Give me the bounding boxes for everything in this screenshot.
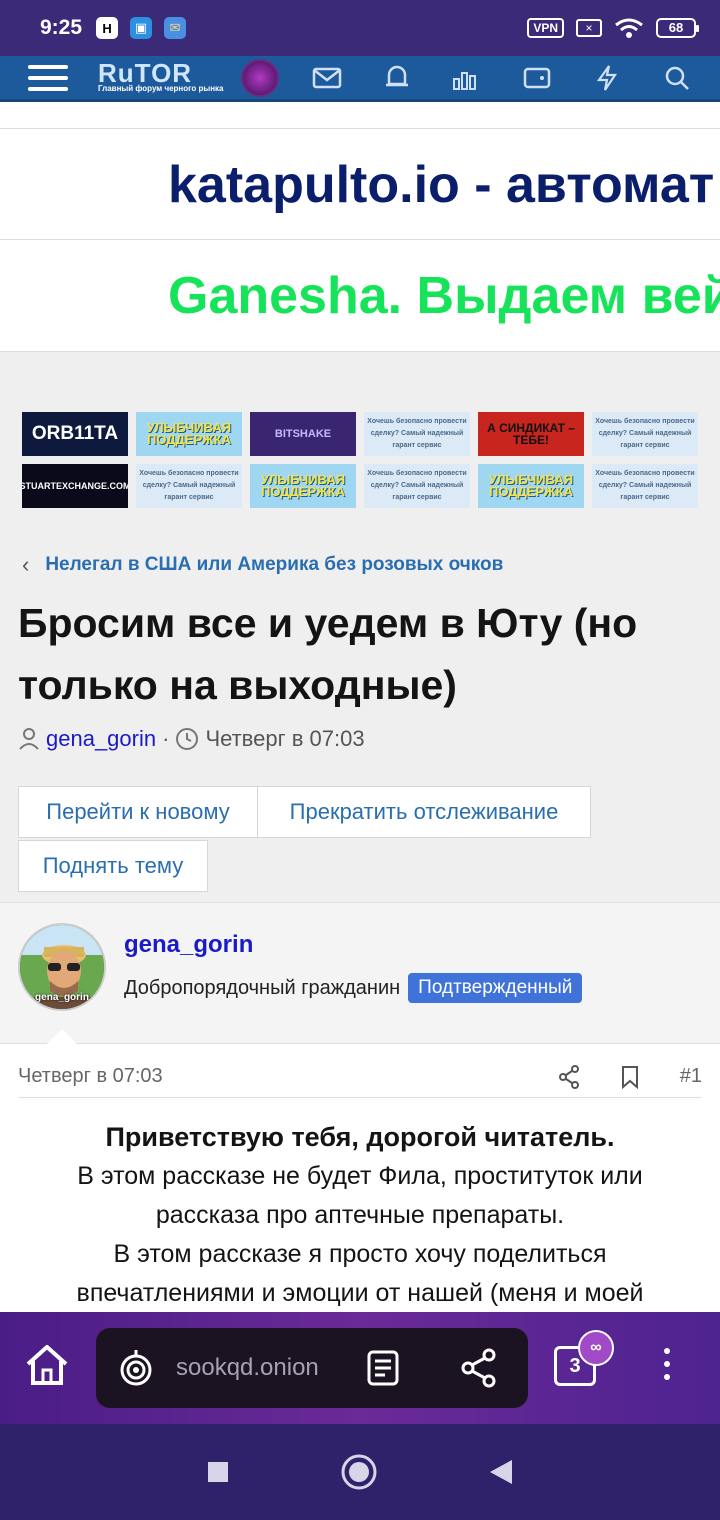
logo-main: RuTOR (98, 58, 193, 88)
user-title: Добропорядочный гражданин (124, 976, 401, 999)
thread-date[interactable]: Четверг в 07:03 (205, 726, 364, 752)
meta-separator: · (162, 726, 170, 751)
logo-sub: Главный форум черного рынка (98, 84, 224, 93)
bump-thread-button[interactable]: Поднять тему (18, 840, 208, 892)
onion-icon[interactable] (118, 1348, 154, 1388)
ad-tile[interactable]: Хочешь безопасно провести сделку? Самый … (364, 464, 470, 508)
chart-icon[interactable] (452, 63, 482, 93)
private-mode-icon: ∞ (578, 1330, 614, 1366)
url-text[interactable]: sookqd.onion (176, 1354, 319, 1382)
wifi-icon (615, 18, 643, 38)
ad-tile[interactable]: УЛЫБЧИВАЯ ПОДДЕРЖКА (136, 412, 242, 456)
post-user-block: gena_gorin gena_gorin Добропорядочный гр… (0, 902, 720, 1047)
post-meta: Четверг в 07:03 #1 (18, 1056, 702, 1098)
breadcrumb-link[interactable]: Нелегал в США или Америка без розовых оч… (45, 554, 503, 576)
site-logo[interactable]: RuTOR Главный форум черного рынка (98, 58, 224, 93)
ad-tile[interactable]: STUARTEXCHANGE.COM (22, 464, 128, 508)
bookmark-icon[interactable] (620, 1065, 640, 1089)
post-username[interactable]: gena_gorin (124, 931, 253, 959)
ad-tile[interactable]: А СИНДИКАТ – ТЕБЕ! (478, 412, 584, 456)
search-icon[interactable] (662, 63, 692, 93)
thread-author-link[interactable]: gena_gorin (46, 726, 156, 752)
avatar-label: gena_gorin (35, 992, 89, 1003)
app-mail-icon: ✉ (164, 17, 187, 39)
app-blue-icon: ▣ (130, 17, 153, 39)
bell-icon[interactable] (382, 63, 412, 93)
ad-tile[interactable]: ORB11TA (22, 412, 128, 456)
ad-banner-katapulto[interactable]: katapulto.io - автомат (0, 128, 720, 240)
thread-header-area: ORB11TA УЛЫБЧИВАЯ ПОДДЕРЖКА BITSHAKE Хоч… (0, 352, 720, 902)
mail-icon[interactable] (312, 63, 342, 93)
status-bar: 9:25 H ▣ ✉ VPN × 68 (0, 0, 720, 56)
post-date[interactable]: Четверг в 07:03 (18, 1065, 163, 1088)
post-line: впечатлениями и эмоции от нашей (меня и … (76, 1279, 644, 1307)
avatar[interactable]: gena_gorin (18, 923, 106, 1011)
browser-toolbar: sookqd.onion 3 ∞ (0, 1312, 720, 1424)
hamburger-menu-icon[interactable] (28, 64, 68, 91)
chevron-left-icon: ‹ (22, 552, 30, 577)
post-number[interactable]: #1 (680, 1065, 702, 1088)
ad-tile[interactable]: Хочешь безопасно провести сделку? Самый … (592, 464, 698, 508)
home-circle-icon[interactable] (340, 1453, 378, 1491)
verified-badge: Подтвержденный (408, 973, 583, 1003)
ad-tile[interactable]: Хочешь безопасно провести сделку? Самый … (364, 412, 470, 456)
app-h-icon: H (96, 17, 119, 39)
system-nav-bar (0, 1424, 720, 1520)
back-icon[interactable] (488, 1458, 514, 1486)
recents-icon[interactable] (206, 1460, 230, 1484)
go-to-new-button[interactable]: Перейти к новому (18, 786, 258, 838)
post-greeting: Приветствую тебя, дорогой читатель. (105, 1122, 615, 1152)
status-time: 9:25 (40, 16, 83, 39)
post-line: В этом рассказе я просто хочу поделиться (113, 1240, 607, 1268)
unwatch-button[interactable]: Прекратить отслеживание (257, 786, 591, 838)
battery-indicator: 68 (656, 18, 699, 38)
post-line: рассказа про аптечные препараты. (155, 1201, 565, 1229)
wallet-icon[interactable] (522, 63, 552, 93)
post-line: В этом рассказе не будет Фила, проститут… (77, 1162, 643, 1190)
ad-tile[interactable]: Хочешь безопасно провести сделку? Самый … (592, 412, 698, 456)
ad-tile[interactable]: Хочешь безопасно провести сделку? Самый … (136, 464, 242, 508)
thread-meta: gena_gorin · Четверг в 07:03 (18, 726, 365, 752)
reader-mode-icon[interactable] (366, 1350, 400, 1386)
partner-badge-icon[interactable] (241, 58, 280, 97)
address-bar[interactable]: sookqd.onion (96, 1328, 528, 1408)
ad-tile[interactable]: BITSHAKE (250, 412, 356, 456)
user-title-row: Добропорядочный гражданин Подтвержденный (124, 973, 583, 1003)
breadcrumb[interactable]: ‹ Нелегал в США или Америка без розовых … (22, 552, 503, 578)
user-icon (19, 728, 39, 750)
ad-banner-katapulto-text: katapulto.io - автомат (168, 156, 715, 214)
bolt-icon[interactable] (592, 63, 622, 93)
page-title: Бросим все и уедем в Юту (но только на в… (18, 600, 638, 708)
ad-tile[interactable]: УЛЫБЧИВАЯ ПОДДЕРЖКА (478, 464, 584, 508)
forum-nav: RuTOR Главный форум черного рынка (0, 56, 720, 102)
no-sim-icon: × (576, 19, 602, 37)
vpn-indicator: VPN (527, 18, 564, 38)
ad-banner-ganesha[interactable]: Ganesha. Выдаем вей (0, 240, 720, 352)
post-body: Приветствую тебя, дорогой читатель. В эт… (18, 1118, 702, 1313)
home-icon[interactable] (22, 1340, 72, 1390)
ad-banner-ganesha-text: Ganesha. Выдаем вей (168, 267, 720, 325)
post-pointer (44, 1029, 80, 1047)
ad-tile[interactable]: УЛЫБЧИВАЯ ПОДДЕРЖКА (250, 464, 356, 508)
more-menu-icon[interactable] (664, 1348, 670, 1380)
share-icon[interactable] (460, 1348, 498, 1388)
clock-icon (176, 728, 199, 750)
share-icon[interactable] (558, 1064, 580, 1089)
ad-grid: ORB11TA УЛЫБЧИВАЯ ПОДДЕРЖКА BITSHAKE Хоч… (22, 412, 698, 508)
